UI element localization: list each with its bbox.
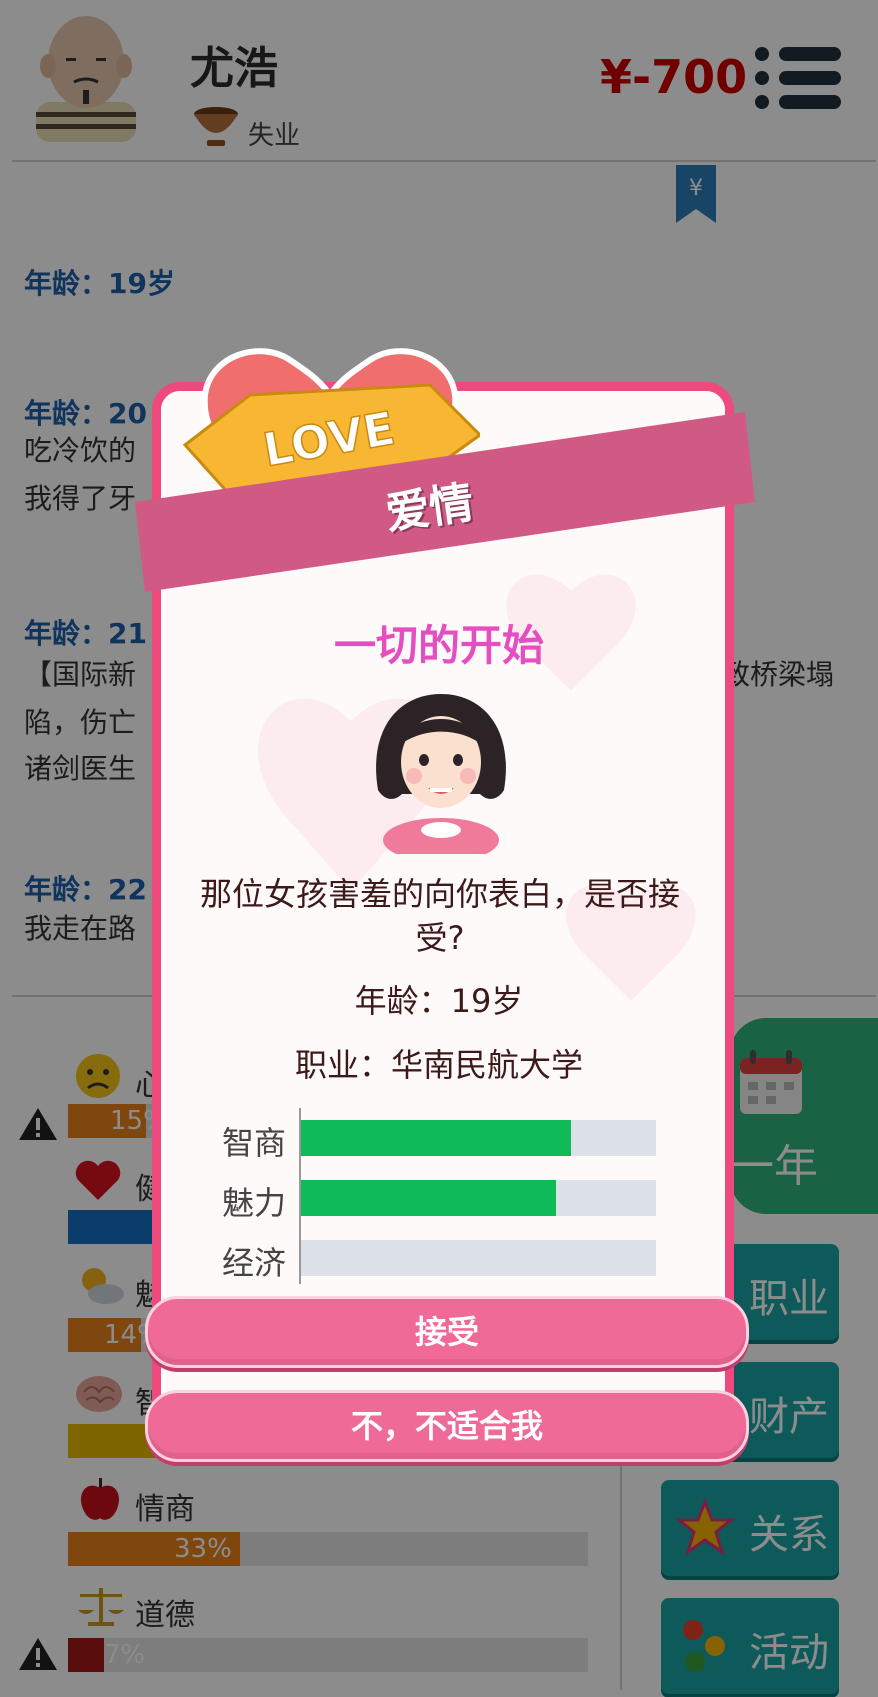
decline-button[interactable]: 不，不适合我 [145,1390,749,1462]
partner-age: 年龄：19岁 [354,982,524,1020]
attr-bar-economy [300,1240,656,1276]
dialog-question: 那位女孩害羞的向你表白，是否接受? [200,875,681,957]
girl-portrait [376,694,506,854]
attr-bar-iq [300,1120,656,1156]
attr-label-economy: 经济 [222,1244,287,1282]
attr-axis [299,1108,301,1284]
attr-bar-charm [300,1180,656,1216]
attr-bar-fill [300,1180,557,1216]
partner-occupation: 职业：华南民航大学 [294,1046,583,1084]
dialog-banner: 爱情 [382,477,477,540]
accept-button[interactable]: 接受 [145,1296,749,1368]
attr-bar-fill [300,1120,571,1156]
attr-label-iq: 智商 [222,1124,287,1162]
attr-label-charm: 魅力 [222,1184,287,1222]
dialog-title: 一切的开始 [333,621,544,670]
